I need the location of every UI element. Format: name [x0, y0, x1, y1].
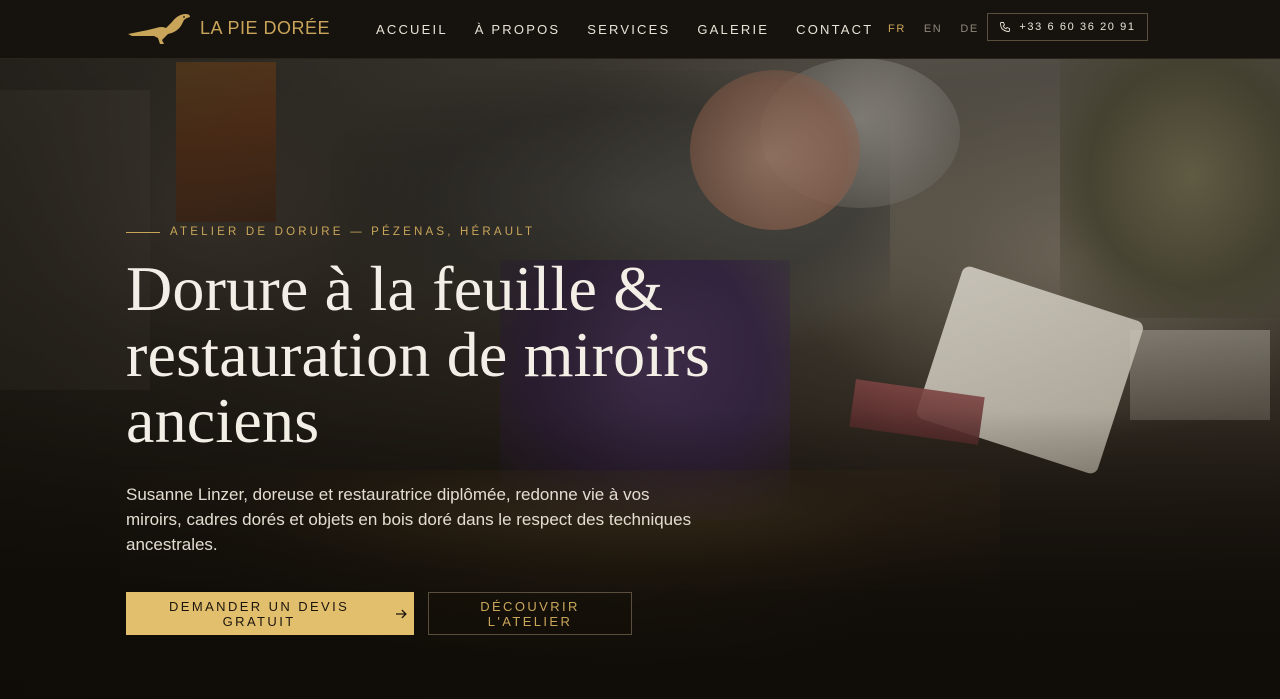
headline-line-2: restauration de miroirs anciens [126, 319, 710, 456]
phone-button[interactable]: +33 6 60 36 20 91 [987, 13, 1148, 41]
arrow-right-icon [396, 609, 408, 618]
hero-eyebrow: ATELIER DE DORURE — PÉZENAS, HÉRAULT [126, 220, 886, 244]
lang-fr[interactable]: FR [888, 23, 906, 35]
language-switcher: FR EN DE [888, 0, 997, 58]
eyebrow-line [126, 231, 160, 233]
lang-de[interactable]: DE [960, 23, 978, 35]
nav-item-services[interactable]: SERVICES [587, 22, 670, 37]
nav-item-a-propos[interactable]: À PROPOS [475, 22, 561, 37]
phone-number: +33 6 60 36 20 91 [1019, 21, 1136, 33]
eyebrow-text: ATELIER DE DORURE — PÉZENAS, HÉRAULT [170, 226, 536, 238]
nav-item-galerie[interactable]: GALERIE [697, 22, 769, 37]
site-header: LA PIE DORÉE ACCUEIL À PROPOS SERVICES G… [0, 0, 1280, 59]
lang-en[interactable]: EN [924, 23, 942, 35]
hero-section: ATELIER DE DORURE — PÉZENAS, HÉRAULT Dor… [126, 220, 886, 635]
hero-headline: Dorure à la feuille & restauration de mi… [126, 256, 886, 454]
request-quote-button[interactable]: DEMANDER UN DEVIS GRATUIT [126, 592, 414, 635]
hero-cta-row: DEMANDER UN DEVIS GRATUIT DÉCOUVRIR L'AT… [126, 592, 886, 635]
nav-item-contact[interactable]: CONTACT [796, 22, 873, 37]
discover-atelier-button[interactable]: DÉCOUVRIR L'ATELIER [428, 592, 632, 635]
phone-icon [1000, 22, 1011, 32]
nav-item-accueil[interactable]: ACCUEIL [376, 22, 448, 37]
headline-line-1: Dorure à la feuille & [126, 253, 664, 324]
request-quote-label: DEMANDER UN DEVIS GRATUIT [169, 598, 350, 629]
hero-lead-text: Susanne Linzer, doreuse et restauratrice… [126, 485, 692, 554]
magpie-bird-icon [128, 14, 190, 44]
logo-link[interactable]: LA PIE DORÉE [126, 10, 330, 46]
logo-text: LA PIE DORÉE [200, 17, 331, 38]
main-nav: ACCUEIL À PROPOS SERVICES GALERIE CONTAC… [376, 0, 900, 58]
page: LA PIE DORÉE ACCUEIL À PROPOS SERVICES G… [0, 0, 1280, 699]
